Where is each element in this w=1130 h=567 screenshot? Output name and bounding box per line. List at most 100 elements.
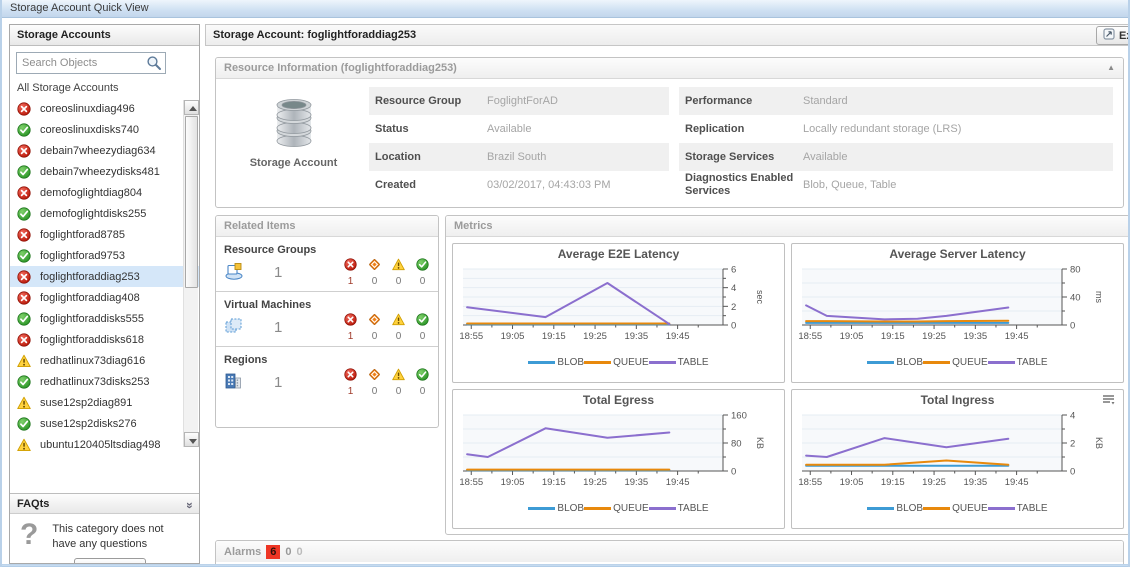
related-item-resource-groups: Resource Groups11000: [216, 237, 438, 291]
search-input[interactable]: [16, 52, 166, 74]
svg-text:19:35: 19:35: [624, 477, 648, 488]
svg-text:19:45: 19:45: [1005, 331, 1029, 342]
storage-account-list-item[interactable]: foglightforaddisks555: [10, 308, 199, 329]
fatal-count[interactable]: 1: [348, 386, 354, 397]
storage-account-list-item[interactable]: coreoslinuxdisks740: [10, 119, 199, 140]
storage-account-list-item[interactable]: demofoglightdiag804: [10, 182, 199, 203]
related-item-count[interactable]: 1: [274, 319, 282, 336]
svg-text:19:05: 19:05: [501, 331, 525, 342]
warning-count[interactable]: 0: [396, 276, 402, 287]
storage-account-list-item[interactable]: ubuntu120405ltsdiag498: [10, 434, 199, 455]
storage-account-list-item[interactable]: demofoglightdisks255: [10, 203, 199, 224]
virtual-machines-icon: [224, 317, 248, 338]
critical-count[interactable]: 0: [372, 276, 378, 287]
warning-count[interactable]: 0: [396, 331, 402, 342]
related-items-header: Related Items: [216, 216, 438, 237]
storage-account-name: foglightforad8785: [40, 229, 125, 241]
scrollbar-thumb[interactable]: [185, 116, 198, 288]
field-label: Location: [369, 151, 481, 163]
field-label: Replication: [679, 123, 797, 136]
resource-groups-icon: [224, 262, 248, 283]
svg-text:18:55: 18:55: [798, 331, 822, 342]
storage-account-name: ubuntu120405ltsdiag498: [40, 439, 161, 451]
chart-title: Average Server Latency: [792, 244, 1123, 261]
svg-text:6: 6: [731, 265, 736, 276]
legend-item: BLOB: [867, 357, 923, 368]
resource-field-row: Storage ServicesAvailable: [679, 143, 1113, 171]
normal-status-icon: [17, 207, 31, 221]
storage-account-list-item[interactable]: suse12sp2diag891: [10, 392, 199, 413]
storage-account-name: foglightforaddiag253: [40, 271, 140, 283]
critical-count[interactable]: 0: [372, 386, 378, 397]
scroll-up-button[interactable]: [184, 100, 199, 115]
explore-button[interactable]: Explore: [1096, 26, 1130, 45]
critical-count[interactable]: 0: [372, 331, 378, 342]
legend-item: QUEUE: [923, 503, 988, 514]
normal-status-icon: [17, 165, 31, 179]
svg-text:19:45: 19:45: [1005, 477, 1029, 488]
svg-text:KB: KB: [1094, 437, 1104, 449]
scroll-down-button[interactable]: [184, 432, 199, 447]
resource-field-row: Diagnostics Enabled ServicesBlob, Queue,…: [679, 171, 1113, 199]
storage-account-list-item[interactable]: coreoslinuxdiag496: [10, 98, 199, 119]
faqts-message: This category does not have any question…: [52, 522, 182, 552]
normal-status-icon: [17, 249, 31, 263]
resource-fields-left: Resource GroupFoglightForADStatusAvailab…: [369, 87, 669, 199]
all-storage-accounts-link[interactable]: All Storage Accounts: [10, 74, 199, 98]
status-summary: 1 0 0 0: [343, 258, 432, 287]
chart-total-ingress: Total Ingress 18:5519:0519:1519:2519:351…: [791, 389, 1124, 529]
field-value: Blob, Queue, Table: [797, 179, 1113, 191]
related-items-panel: Related Items Resource Groups11000Virtua…: [215, 215, 439, 428]
storage-account-name: redhatlinux73disks253: [40, 376, 149, 388]
chart-average-e2e-latency: Average E2E Latency 18:5519:0519:1519:25…: [452, 243, 785, 383]
storage-account-list-item[interactable]: redhatlinux73disks253: [10, 371, 199, 392]
storage-account-list-item[interactable]: debain7wheezydiag634: [10, 140, 199, 161]
storage-account-list-wrap: coreoslinuxdiag496coreoslinuxdisks740deb…: [10, 98, 199, 455]
field-label: Performance: [679, 95, 797, 108]
legend-item: BLOB: [867, 503, 923, 514]
resource-information-panel: Resource Information (foglightforaddiag2…: [215, 57, 1124, 208]
svg-text:19:15: 19:15: [881, 477, 905, 488]
normal-count[interactable]: 0: [420, 386, 426, 397]
chart-options-icon[interactable]: [1102, 394, 1115, 408]
storage-account-list-item[interactable]: suse12sp2disks276: [10, 413, 199, 434]
warning-status-icon: [17, 438, 31, 452]
storage-account-list-item[interactable]: foglightforad8785: [10, 224, 199, 245]
storage-account-list-item[interactable]: redhatlinux73diag616: [10, 350, 199, 371]
svg-text:4: 4: [1070, 411, 1075, 422]
related-item-count[interactable]: 1: [274, 374, 282, 391]
fatal-status-icon: [17, 228, 31, 242]
storage-account-list-item[interactable]: foglightforaddiag253: [10, 266, 199, 287]
related-item-regions: Regions11000: [216, 346, 438, 401]
fatal-count[interactable]: 1: [348, 331, 354, 342]
warning-status-icon: [392, 368, 405, 384]
alarms-header: Alarms 6 0 0: [216, 541, 1123, 562]
svg-text:19:25: 19:25: [583, 331, 607, 342]
field-value: Brazil South: [481, 151, 669, 163]
search-box: [16, 52, 166, 74]
warning-count[interactable]: 0: [396, 386, 402, 397]
storage-account-list-item[interactable]: foglightforad9753: [10, 245, 199, 266]
resource-field-row: Created03/02/2017, 04:43:03 PM: [369, 171, 669, 199]
search-icon[interactable]: [146, 55, 162, 74]
related-item-count[interactable]: 1: [274, 264, 282, 281]
entity-label: Storage Account: [226, 157, 361, 169]
related-items-rows: Resource Groups11000Virtual Machines1100…: [216, 237, 438, 401]
critical-alarm-count[interactable]: 0: [285, 546, 291, 558]
collapse-arrow-icon[interactable]: ▲: [1107, 64, 1115, 72]
normal-status-icon: [17, 123, 31, 137]
normal-count[interactable]: 0: [420, 331, 426, 342]
chart-title: Total Ingress: [792, 390, 1123, 407]
collapse-chevron-icon[interactable]: »: [180, 502, 195, 509]
svg-text:18:55: 18:55: [459, 477, 483, 488]
warning-alarm-count[interactable]: 0: [297, 546, 303, 558]
storage-account-list-item[interactable]: foglightforaddisks618: [10, 329, 199, 350]
storage-account-list-item[interactable]: foglightforaddiag408: [10, 287, 199, 308]
normal-status-icon: [416, 313, 429, 329]
normal-count[interactable]: 0: [420, 276, 426, 287]
fatal-alarm-count-badge[interactable]: 6: [266, 545, 280, 559]
fatal-count[interactable]: 1: [348, 276, 354, 287]
chart-plot: 18:5519:0519:1519:2519:3519:4504080ms: [792, 261, 1123, 359]
vertical-scrollbar[interactable]: [183, 100, 198, 447]
storage-account-list-item[interactable]: debain7wheezydisks481: [10, 161, 199, 182]
